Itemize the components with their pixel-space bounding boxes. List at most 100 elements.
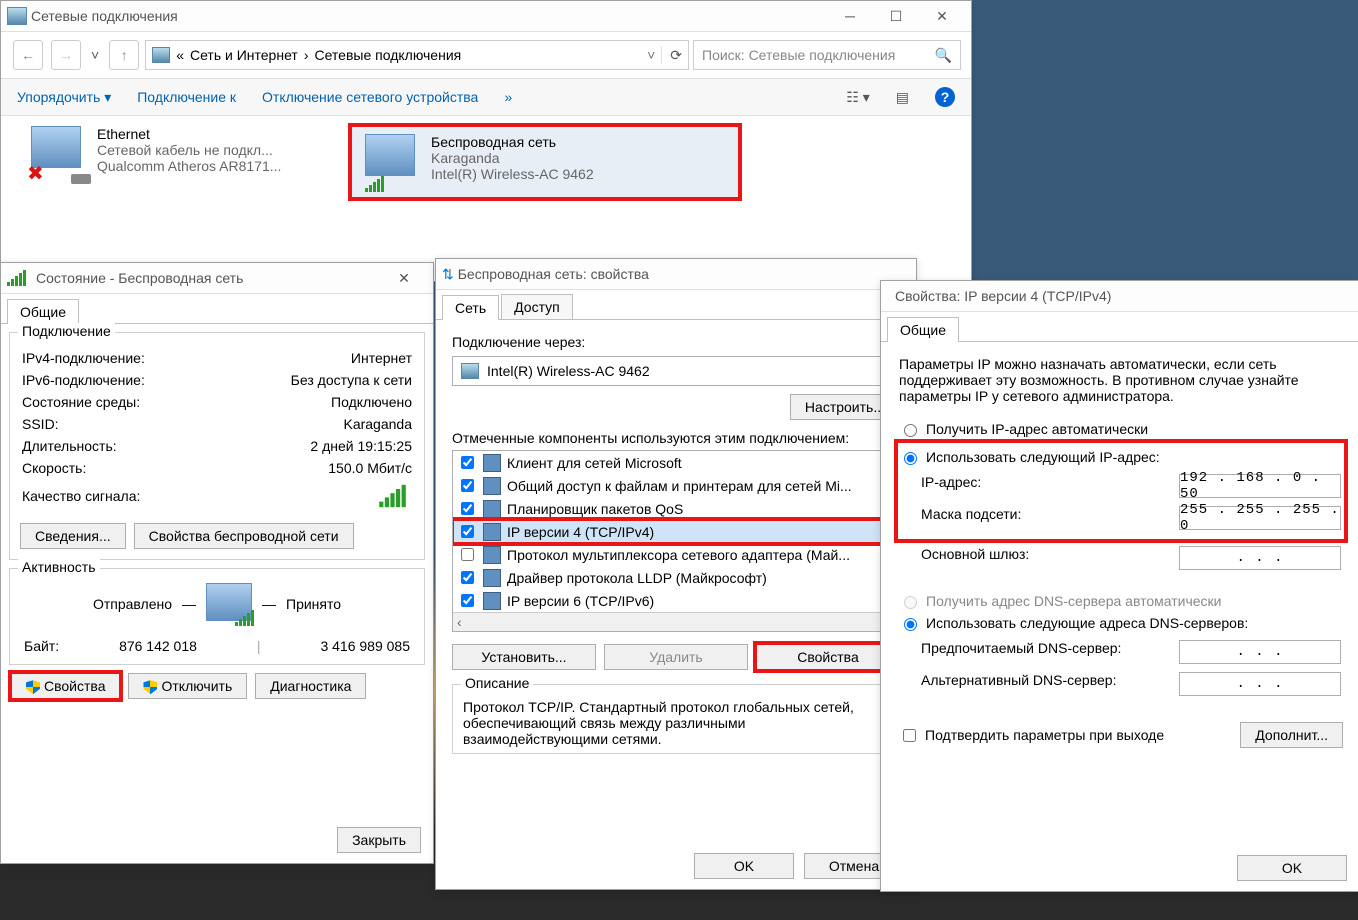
wifi-status-window: Состояние - Беспроводная сеть ✕ Общие По… [0, 262, 434, 864]
search-placeholder: Поиск: Сетевые подключения [702, 47, 935, 63]
tab-general[interactable]: Общие [887, 317, 959, 342]
wireless-properties-button[interactable]: Свойства беспроводной сети [134, 523, 354, 549]
preview-pane-icon[interactable]: ▤ [896, 89, 909, 106]
label: IPv4-подключение: [22, 350, 145, 366]
titlebar[interactable]: Состояние - Беспроводная сеть ✕ [1, 263, 433, 294]
properties-button[interactable]: Свойства [11, 673, 120, 699]
description-legend: Описание [461, 675, 533, 691]
help-icon[interactable]: ? [935, 87, 955, 107]
value: Karaganda [343, 416, 412, 432]
network-icon [7, 7, 27, 25]
titlebar[interactable]: Свойства: IP версии 4 (TCP/IPv4) [881, 281, 1358, 312]
maximize-button[interactable]: ☐ [873, 1, 919, 31]
list-item-ipv4[interactable]: IP версии 4 (TCP/IPv4) [453, 520, 899, 543]
list-item[interactable]: Клиент для сетей Microsoft [453, 451, 899, 474]
connection-group: Подключение IPv4-подключение:Интернет IP… [9, 332, 425, 560]
components-listbox[interactable]: Клиент для сетей Microsoft Общий доступ … [452, 450, 900, 632]
activity-group: Активность Отправлено — — Принято Байт: … [9, 568, 425, 665]
signal-icon [379, 485, 406, 507]
disable-device-button[interactable]: Отключение сетевого устройства [262, 89, 478, 105]
list-item[interactable]: Планировщик пакетов QoS [453, 497, 899, 520]
adapter-properties-window: ⇅ Беспроводная сеть: свойства Сеть Досту… [435, 258, 917, 890]
tab-general[interactable]: Общие [7, 299, 79, 324]
window-title: Беспроводная сеть: свойства [454, 266, 910, 282]
label: SSID: [22, 416, 59, 432]
label: Длительность: [22, 438, 117, 454]
bytes-sent: 876 142 018 [119, 638, 197, 654]
alternate-dns-input[interactable]: . . . [1179, 672, 1341, 696]
tabstrip: Общие [1, 294, 433, 324]
list-item[interactable]: Драйвер протокола LLDP (Майкрософт) [453, 566, 899, 589]
component-icon [483, 500, 501, 518]
disable-button[interactable]: Отключить [128, 673, 247, 699]
signal-icon [235, 610, 254, 626]
connection-item-ethernet[interactable]: ✖ Ethernet Сетевой кабель не подкл... Qu… [31, 126, 331, 198]
search-icon[interactable]: 🔍 [935, 47, 952, 64]
value: Интернет [351, 350, 412, 366]
ok-button[interactable]: OK [694, 853, 794, 879]
ok-button[interactable]: OK [1237, 855, 1347, 881]
address-bar[interactable]: « Сеть и Интернет › Сетевые подключения … [145, 40, 689, 70]
breadcrumb-2[interactable]: Сетевые подключения [314, 47, 461, 63]
tab-network[interactable]: Сеть [442, 295, 499, 320]
breadcrumb-1[interactable]: Сеть и Интернет [190, 47, 298, 63]
radio-manual-dns[interactable]: Использовать следующие адреса DNS-сервер… [899, 612, 1343, 634]
back-button[interactable]: ← [13, 40, 43, 70]
connect-via-label: Подключение через: [452, 334, 900, 350]
component-icon [483, 454, 501, 472]
connect-to-button[interactable]: Подключение к [137, 89, 236, 105]
forward-button[interactable]: → [51, 40, 81, 70]
diagnose-button[interactable]: Диагностика [255, 673, 366, 699]
recent-dropdown-icon[interactable]: ˅ [87, 47, 103, 63]
radio-auto-ip[interactable]: Получить IP-адрес автоматически [899, 418, 1343, 440]
close-button[interactable]: ✕ [381, 263, 427, 293]
up-button[interactable]: ↑ [109, 40, 139, 70]
chevron-down-icon[interactable]: ˅ [647, 47, 655, 63]
view-options-icon[interactable]: ☷ ▾ [846, 89, 869, 106]
network-connections-window: Сетевые подключения ─ ☐ ✕ ← → ˅ ↑ « Сеть… [0, 0, 972, 282]
minimize-button[interactable]: ─ [827, 1, 873, 31]
component-properties-button[interactable]: Свойства [756, 644, 900, 670]
close-window-button[interactable]: Закрыть [337, 827, 421, 853]
advanced-button[interactable]: Дополнит... [1240, 722, 1343, 748]
titlebar[interactable]: Сетевые подключения ─ ☐ ✕ [1, 1, 971, 32]
chevron-right-icon: › [304, 47, 309, 63]
bytes-received: 3 416 989 085 [320, 638, 410, 654]
component-icon [483, 592, 501, 610]
ip-address-input[interactable]: 192 . 168 . 0 . 50 [1179, 474, 1341, 498]
search-box[interactable]: Поиск: Сетевые подключения 🔍 [693, 40, 961, 70]
organize-menu[interactable]: Упорядочить ▾ [17, 89, 111, 106]
subnet-mask-label: Маска подсети: [921, 506, 1021, 530]
connection-item-wireless[interactable]: Беспроводная сеть Karaganda Intel(R) Wir… [351, 126, 739, 198]
list-item[interactable]: IP версии 6 (TCP/IPv6) [453, 589, 899, 612]
nav-bar: ← → ˅ ↑ « Сеть и Интернет › Сетевые подк… [1, 32, 971, 78]
value: 2 дней 19:15:25 [310, 438, 412, 454]
alternate-dns-label: Альтернативный DNS-сервер: [921, 672, 1116, 696]
list-item[interactable]: Общий доступ к файлам и принтерам для се… [453, 474, 899, 497]
error-icon: ✖ [27, 161, 44, 186]
preferred-dns-input[interactable]: . . . [1179, 640, 1341, 664]
tab-sharing[interactable]: Доступ [501, 294, 573, 319]
preferred-dns-label: Предпочитаемый DNS-сервер: [921, 640, 1121, 664]
subnet-mask-input[interactable]: 255 . 255 . 255 . 0 [1179, 506, 1341, 530]
window-title: Состояние - Беспроводная сеть [32, 270, 381, 286]
refresh-icon[interactable]: ⟳ [661, 47, 682, 64]
gateway-input[interactable]: . . . [1179, 546, 1341, 570]
component-icon [483, 546, 501, 564]
h-scrollbar[interactable]: ‹› [453, 612, 899, 631]
cable-icon [71, 174, 91, 184]
details-button[interactable]: Сведения... [20, 523, 126, 549]
command-bar: Упорядочить ▾ Подключение к Отключение с… [1, 78, 971, 116]
radio-manual-ip[interactable]: Использовать следующий IP-адрес: [899, 446, 1343, 468]
adapter-device-icon [461, 363, 479, 379]
validate-on-exit-checkbox[interactable]: Подтвердить параметры при выходе [899, 723, 1164, 748]
list-item[interactable]: Протокол мультиплексора сетевого адаптер… [453, 543, 899, 566]
install-button[interactable]: Установить... [452, 644, 596, 670]
more-commands[interactable]: » [504, 89, 512, 105]
titlebar[interactable]: ⇅ Беспроводная сеть: свойства [436, 259, 916, 290]
close-button[interactable]: ✕ [919, 1, 965, 31]
components-label: Отмеченные компоненты используются этим … [452, 430, 900, 446]
value: 150.0 Мбит/с [328, 460, 412, 476]
radio-auto-dns: Получить адрес DNS-сервера автоматически [899, 590, 1343, 612]
network-icon [152, 47, 170, 63]
